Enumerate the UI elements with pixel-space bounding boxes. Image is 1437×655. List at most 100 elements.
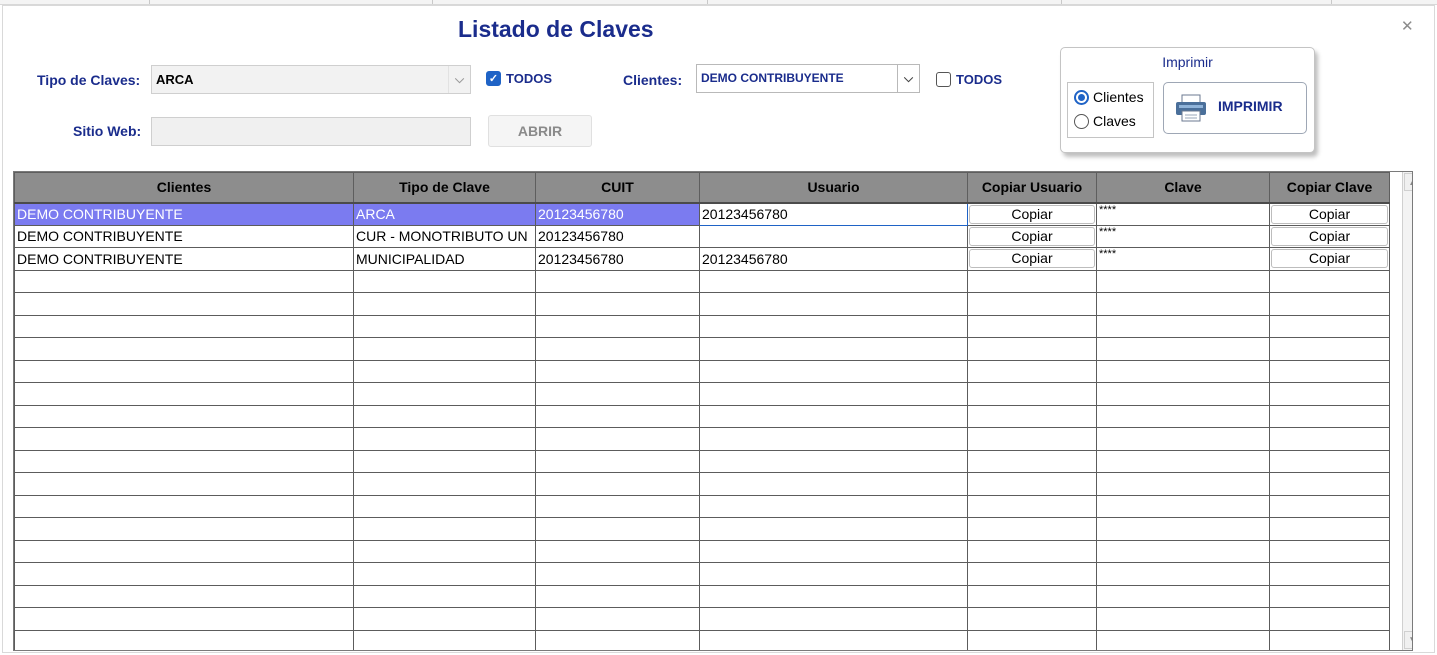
table-cell-empty[interactable] xyxy=(1269,292,1390,316)
copiar-clave-button[interactable]: Copiar xyxy=(1271,249,1388,269)
table-row[interactable]: DEMO CONTRIBUYENTE ARCA 20123456780 2012… xyxy=(14,202,1390,226)
table-cell-empty[interactable] xyxy=(1096,629,1270,650)
header-cuit[interactable]: CUIT xyxy=(535,172,700,204)
table-row-empty[interactable] xyxy=(14,629,1390,650)
cell-tipo[interactable]: CUR - MONOTRIBUTO UN xyxy=(353,224,536,248)
table-cell-empty[interactable] xyxy=(535,539,700,563)
table-cell-empty[interactable] xyxy=(535,292,700,316)
table-cell-empty[interactable] xyxy=(1096,494,1270,518)
table-cell-empty[interactable] xyxy=(535,517,700,541)
copiar-usuario-button[interactable]: Copiar xyxy=(969,226,1095,246)
table-cell-empty[interactable] xyxy=(14,337,354,361)
radio-clientes[interactable]: Clientes xyxy=(1074,89,1144,105)
table-cell-empty[interactable] xyxy=(699,269,968,293)
table-cell-empty[interactable] xyxy=(699,539,968,563)
table-cell-empty[interactable] xyxy=(1096,517,1270,541)
table-cell-empty[interactable] xyxy=(699,607,968,631)
table-cell-empty[interactable] xyxy=(967,314,1097,338)
table-row-empty[interactable] xyxy=(14,607,1390,631)
table-cell-empty[interactable] xyxy=(535,382,700,406)
copiar-usuario-button[interactable]: Copiar xyxy=(969,249,1095,269)
cell-usuario[interactable] xyxy=(699,224,968,248)
table-row-empty[interactable] xyxy=(14,269,1390,293)
cell-cliente[interactable]: DEMO CONTRIBUYENTE xyxy=(14,202,354,226)
table-cell-empty[interactable] xyxy=(353,404,536,428)
radio-empty-icon[interactable] xyxy=(1074,113,1089,129)
table-cell-empty[interactable] xyxy=(353,292,536,316)
table-cell-empty[interactable] xyxy=(14,292,354,316)
vertical-scrollbar[interactable]: ▲ ▼ xyxy=(1402,172,1412,650)
sitio-web-input[interactable] xyxy=(151,117,471,146)
cell-cuit[interactable]: 20123456780 xyxy=(535,224,700,248)
table-cell-empty[interactable] xyxy=(967,449,1097,473)
table-row-empty[interactable] xyxy=(14,292,1390,316)
table-cell-empty[interactable] xyxy=(699,449,968,473)
tipo-todos-checkbox[interactable]: ✓ TODOS xyxy=(486,71,552,86)
table-cell-empty[interactable] xyxy=(535,314,700,338)
table-cell-empty[interactable] xyxy=(1269,382,1390,406)
cell-clave[interactable]: **** xyxy=(1096,202,1270,226)
table-cell-empty[interactable] xyxy=(699,314,968,338)
table-cell-empty[interactable] xyxy=(353,539,536,563)
table-row-empty[interactable] xyxy=(14,539,1390,563)
table-cell-empty[interactable] xyxy=(353,472,536,496)
table-cell-empty[interactable] xyxy=(967,337,1097,361)
table-row[interactable]: DEMO CONTRIBUYENTE CUR - MONOTRIBUTO UN … xyxy=(14,224,1390,248)
table-cell-empty[interactable] xyxy=(14,562,354,586)
table-cell-empty[interactable] xyxy=(1096,269,1270,293)
radio-selected-icon[interactable] xyxy=(1074,89,1089,105)
chevron-down-icon[interactable]: ⌵ xyxy=(448,66,470,93)
table-cell-empty[interactable] xyxy=(1096,337,1270,361)
table-cell-empty[interactable] xyxy=(967,292,1097,316)
table-cell-empty[interactable] xyxy=(1096,382,1270,406)
header-clientes[interactable]: Clientes xyxy=(14,172,354,204)
table-row-empty[interactable] xyxy=(14,562,1390,586)
clientes-todos-checkbox[interactable]: TODOS xyxy=(936,72,1002,87)
table-cell-empty[interactable] xyxy=(1096,427,1270,451)
table-cell-empty[interactable] xyxy=(699,427,968,451)
table-row-empty[interactable] xyxy=(14,337,1390,361)
table-row-empty[interactable] xyxy=(14,359,1390,383)
table-cell-empty[interactable] xyxy=(353,382,536,406)
table-cell-empty[interactable] xyxy=(535,359,700,383)
close-icon[interactable]: ✕ xyxy=(1401,17,1414,35)
table-row-empty[interactable] xyxy=(14,404,1390,428)
table-cell-empty[interactable] xyxy=(1096,539,1270,563)
table-cell-empty[interactable] xyxy=(353,269,536,293)
table-cell-empty[interactable] xyxy=(14,427,354,451)
table-cell-empty[interactable] xyxy=(967,494,1097,518)
table-cell-empty[interactable] xyxy=(1269,629,1390,650)
table-cell-empty[interactable] xyxy=(1269,584,1390,608)
table-cell-empty[interactable] xyxy=(1269,359,1390,383)
table-cell-empty[interactable] xyxy=(967,404,1097,428)
table-cell-empty[interactable] xyxy=(353,359,536,383)
imprimir-button[interactable]: IMPRIMIR xyxy=(1163,82,1307,134)
table-cell-empty[interactable] xyxy=(1269,539,1390,563)
table-cell-empty[interactable] xyxy=(1269,449,1390,473)
table-cell-empty[interactable] xyxy=(535,494,700,518)
header-clave[interactable]: Clave xyxy=(1096,172,1270,204)
table-cell-empty[interactable] xyxy=(1269,607,1390,631)
table-cell-empty[interactable] xyxy=(353,337,536,361)
table-cell-empty[interactable] xyxy=(14,517,354,541)
copiar-clave-button[interactable]: Copiar xyxy=(1271,204,1388,224)
table-cell-empty[interactable] xyxy=(353,449,536,473)
table-cell-empty[interactable] xyxy=(1269,472,1390,496)
table-cell-empty[interactable] xyxy=(535,269,700,293)
table-cell-empty[interactable] xyxy=(1096,404,1270,428)
table-cell-empty[interactable] xyxy=(967,269,1097,293)
cell-clave[interactable]: **** xyxy=(1096,247,1270,271)
table-cell-empty[interactable] xyxy=(699,337,968,361)
table-cell-empty[interactable] xyxy=(967,382,1097,406)
table-row-empty[interactable] xyxy=(14,472,1390,496)
table-cell-empty[interactable] xyxy=(535,607,700,631)
table-cell-empty[interactable] xyxy=(967,607,1097,631)
table-cell-empty[interactable] xyxy=(1269,337,1390,361)
table-cell-empty[interactable] xyxy=(967,562,1097,586)
table-cell-empty[interactable] xyxy=(699,472,968,496)
header-tipo-clave[interactable]: Tipo de Clave xyxy=(353,172,536,204)
table-cell-empty[interactable] xyxy=(967,629,1097,650)
table-cell-empty[interactable] xyxy=(14,404,354,428)
table-cell-empty[interactable] xyxy=(14,494,354,518)
table-cell-empty[interactable] xyxy=(14,584,354,608)
